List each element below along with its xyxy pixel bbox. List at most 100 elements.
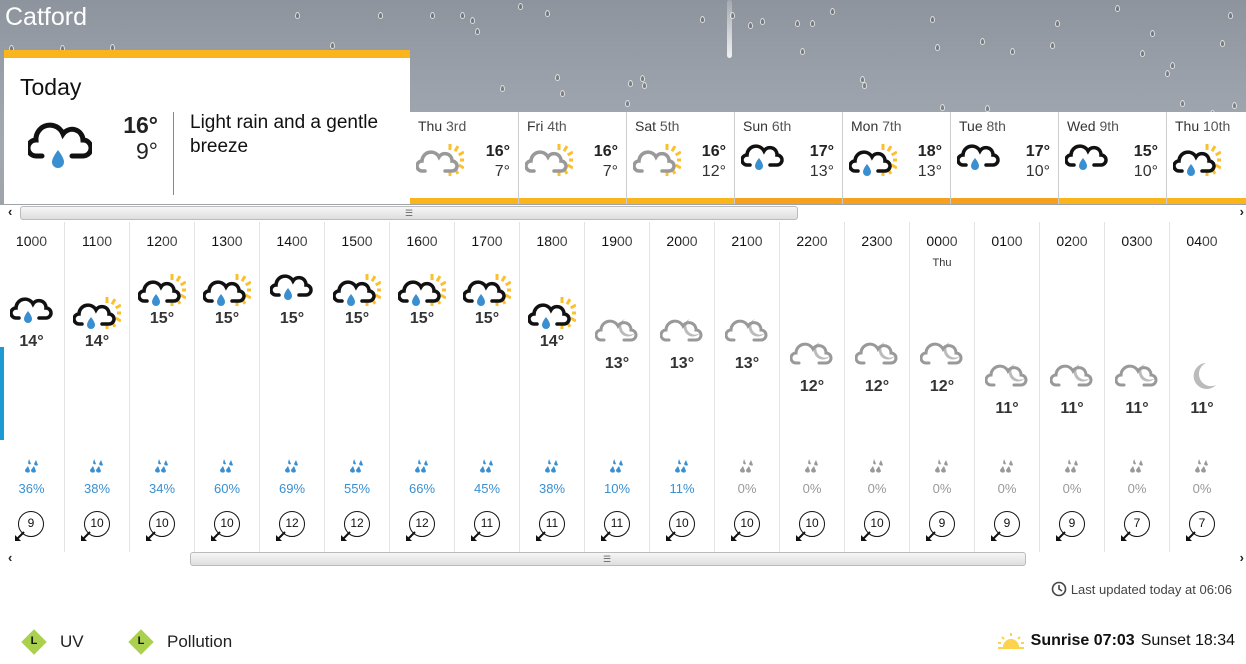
wind-speed: 7 [1120, 510, 1152, 544]
hour-column[interactable]: 0000 Thu 12° 0% 9 [909, 222, 974, 552]
hour-time: 1600 [406, 233, 438, 249]
pollution-badge[interactable]: L Pollution [129, 630, 233, 654]
scroll-left-icon[interactable]: ‹ [8, 204, 12, 219]
wind-speed: 9 [14, 510, 46, 544]
sunny-intervals-icon [524, 140, 575, 185]
raindrop [430, 12, 435, 19]
wind-speed: 10 [145, 510, 177, 544]
hour-column[interactable]: 2100 13° 0% 10 [714, 222, 779, 552]
hour-column[interactable]: 0200 11° 0% 9 [1039, 222, 1104, 552]
scroll-right-icon[interactable]: › [1240, 550, 1244, 565]
hourly-scrollbar[interactable]: ‹ ☰ › [8, 550, 1246, 566]
raindrop [700, 16, 705, 23]
day-card[interactable]: Thu 10th 1 1 [1166, 112, 1246, 204]
hour-temp: 12° [864, 377, 890, 395]
day-temp-bar [410, 198, 518, 204]
hour-column[interactable]: 0400 11° 0% 7 [1169, 222, 1234, 552]
day-temp-bar [1059, 198, 1166, 204]
day-card[interactable]: Fri 4th 16° 7° [518, 112, 626, 204]
scrollbar-thumb[interactable]: ☰ [20, 206, 798, 220]
wind-direction-arrow-icon [731, 531, 741, 541]
hour-column[interactable]: 1400 15° 69% 12 [259, 222, 324, 552]
hour-time: 0200 [1056, 233, 1088, 249]
hour-column[interactable]: 1100 14° 38% 10 [64, 222, 129, 552]
rain-chance: 0% [1127, 481, 1147, 496]
raindrops-icon [390, 458, 454, 479]
uv-badge[interactable]: L UV [22, 630, 84, 654]
day-card[interactable]: Tue 8th 17° 10° [950, 112, 1058, 204]
hour-column[interactable]: 2300 12° 0% 10 [844, 222, 909, 552]
hour-column[interactable]: 0100 11° 0% 9 [974, 222, 1039, 552]
day-card[interactable]: Wed 9th 15° 10° [1058, 112, 1166, 204]
hour-time: 1200 [146, 233, 178, 249]
today-panel[interactable]: Today 16° 9° Light rain and a gentle bre… [4, 50, 410, 204]
clear-night-icon [1170, 360, 1234, 397]
hour-column[interactable]: 1000 14° 36% 9 [0, 222, 64, 552]
rain-chance: 45% [473, 481, 501, 496]
day-card[interactable]: Thu 3rd 16° 7° [410, 112, 518, 204]
sunrise-icon [997, 633, 1024, 649]
raindrop [1170, 62, 1175, 69]
today-low-temp: 9° [136, 138, 158, 164]
hour-column[interactable]: 1500 15° 55% 12 [324, 222, 389, 552]
location-title: Catford [5, 3, 87, 31]
wind-direction-arrow-icon [861, 531, 871, 541]
light-rain-showers-sun-icon [390, 270, 454, 315]
today-description: Light rain and a gentle breeze [190, 112, 379, 157]
scrollbar-thumb[interactable]: ☰ [190, 552, 1026, 566]
hour-column[interactable]: 1300 15° 60% 10 [194, 222, 259, 552]
hour-column[interactable]: 0300 11° 0% 7 [1104, 222, 1169, 552]
day-card[interactable]: Sat 5th 16° 12° [626, 112, 734, 204]
hour-column[interactable]: 2000 13° 11% 10 [649, 222, 714, 552]
hour-column[interactable]: 1600 15° 66% 12 [389, 222, 454, 552]
divider [173, 112, 174, 195]
hour-day-label: Thu [932, 257, 952, 269]
wind-direction-arrow-icon [1056, 531, 1066, 541]
wind-speed: 10 [80, 510, 112, 544]
sunrise-time: Sunrise 07:03 [1030, 632, 1135, 649]
hour-time: 0100 [991, 233, 1023, 249]
day-label: Thu 10th [1175, 118, 1231, 134]
light-rain-showers-sun-icon [195, 270, 259, 315]
daily-scrollbar[interactable]: ‹ ☰ › [8, 204, 1246, 220]
day-low-temp: 7° [494, 163, 510, 180]
hour-column[interactable]: 1800 14° 38% 11 [519, 222, 584, 552]
uv-label: UV [60, 632, 84, 651]
hour-column[interactable]: 1700 15° 45% 11 [454, 222, 519, 552]
raindrops-icon [650, 458, 714, 479]
hour-column[interactable]: 1200 15° 34% 10 [129, 222, 194, 552]
rain-chance: 66% [408, 481, 436, 496]
day-card[interactable]: Mon 7th 18° 13° [842, 112, 950, 204]
day-high-temp: 16° [701, 143, 726, 160]
partly-cloudy-night-icon [1105, 360, 1169, 395]
raindrop [628, 80, 633, 87]
hour-time: 2100 [731, 233, 763, 249]
rain-chance: 11% [669, 481, 695, 496]
scroll-right-icon[interactable]: › [1240, 204, 1244, 219]
raindrop [1140, 50, 1145, 57]
wind-speed: 10 [860, 510, 892, 544]
raindrop [640, 75, 645, 82]
hour-time: 1100 [81, 233, 113, 249]
partly-cloudy-night-icon [1040, 360, 1104, 395]
hour-column[interactable]: 1900 13° 10% 11 [584, 222, 649, 552]
raindrops-icon [130, 458, 194, 479]
raindrop [760, 18, 765, 25]
partly-cloudy-night-icon [585, 315, 649, 350]
hour-column[interactable]: 2200 12° 0% 10 [779, 222, 844, 552]
raindrops-icon [65, 458, 129, 479]
wind-direction-arrow-icon [1186, 531, 1196, 541]
rain-chance: 38% [83, 481, 111, 496]
partly-cloudy-night-icon [650, 315, 714, 350]
wind-speed: 10 [210, 510, 242, 544]
day-temp-bar [951, 198, 1058, 204]
raindrop [985, 105, 990, 112]
hour-temp: 14° [539, 332, 565, 350]
scroll-left-icon[interactable]: ‹ [8, 550, 12, 565]
hour-temp: 13° [604, 355, 630, 372]
day-high-temp: 17° [1025, 143, 1050, 160]
raindrop [518, 3, 523, 10]
hour-temp: 15° [409, 310, 435, 327]
day-card[interactable]: Sun 6th 17° 13° [734, 112, 842, 204]
hour-time: 1900 [601, 233, 633, 249]
